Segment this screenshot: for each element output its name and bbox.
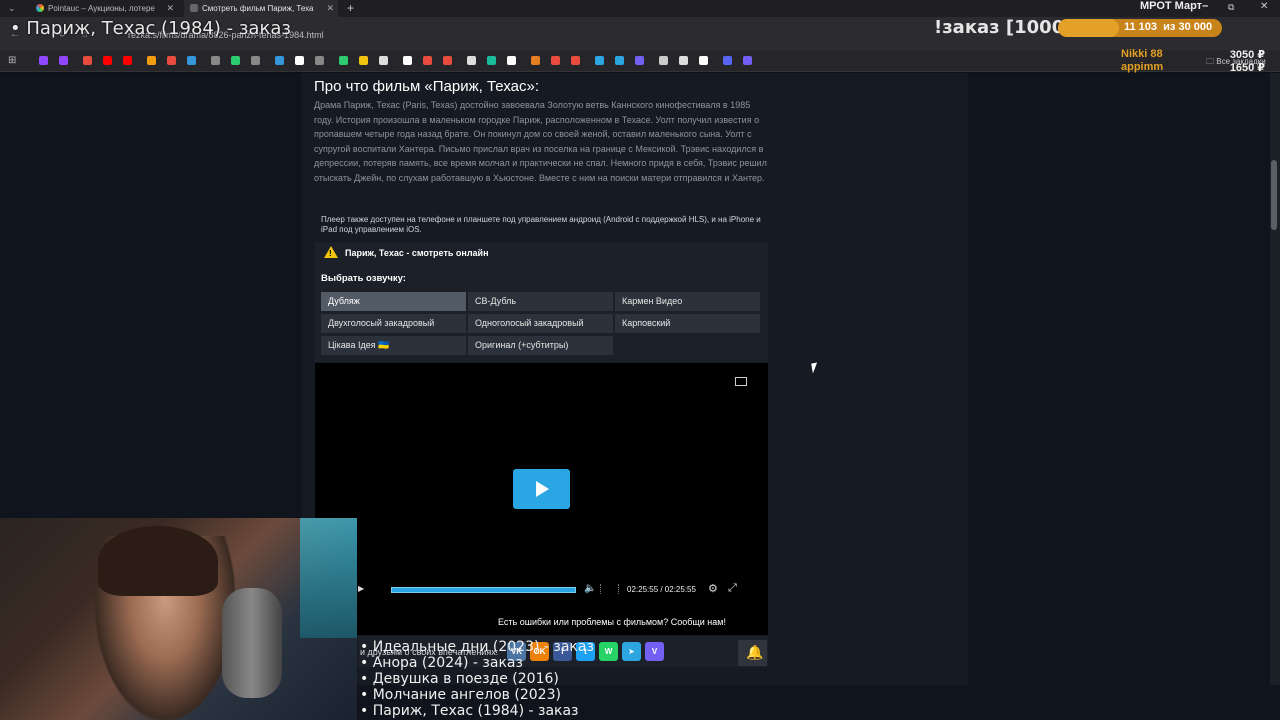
pointauc-favicon-icon — [36, 4, 44, 12]
apps-grid-icon[interactable]: ⊞ — [8, 55, 16, 66]
queue-item: • Париж, Техас (1984) - заказ — [360, 703, 579, 719]
bookmark-icon[interactable] — [147, 56, 156, 65]
bookmark-icon[interactable] — [531, 56, 540, 65]
bookmark-icon[interactable] — [167, 56, 176, 65]
bookmark-icon[interactable] — [123, 56, 132, 65]
queue-item: • Анора (2024) - заказ — [360, 655, 523, 671]
report-problem-link[interactable]: Есть ошибки или проблемы с фильмом? Сооб… — [498, 617, 726, 627]
bookmark-icon[interactable] — [339, 56, 348, 65]
bookmark-icon[interactable] — [403, 56, 412, 65]
bookmark-icon[interactable] — [723, 56, 732, 65]
bookmark-icon[interactable] — [379, 56, 388, 65]
webcam-feed — [0, 518, 357, 720]
whatsapp-share-button[interactable]: W — [599, 642, 618, 661]
viber-share-button[interactable]: V — [645, 642, 664, 661]
close-tab-icon[interactable]: ✕ — [326, 0, 334, 17]
rezka-favicon-icon — [190, 4, 198, 12]
about-heading: Про что фильм «Париж, Техас»: — [314, 78, 539, 95]
queue-item: • Идеальные дни (2023) - заказ — [360, 639, 594, 655]
bookmark-icon[interactable] — [211, 56, 220, 65]
bookmark-icon[interactable] — [699, 56, 708, 65]
fullscreen-icon[interactable]: ⤢ — [728, 582, 737, 595]
volume-icon[interactable]: 🔈 — [584, 583, 596, 594]
voice-option-button[interactable]: Цікава Ідея 🇺🇦 — [321, 336, 466, 355]
player-time: 02:25:55 / 02:25:55 — [627, 585, 696, 594]
background-light-shape — [300, 518, 357, 638]
bookmark-icon[interactable] — [295, 56, 304, 65]
picture-in-picture-icon[interactable] — [735, 377, 747, 386]
hair-shape — [98, 526, 218, 596]
goal-text: 11 103 из 30 000 — [1124, 21, 1212, 33]
bookmark-icon[interactable] — [103, 56, 112, 65]
bookmark-icon[interactable] — [487, 56, 496, 65]
bookmark-icon[interactable] — [187, 56, 196, 65]
goal-label: МРОТ Март– — [1140, 0, 1209, 12]
bookmark-icon[interactable] — [251, 56, 260, 65]
voice-option-button[interactable]: Одноголосый закадровый — [468, 314, 613, 333]
bookmark-icon[interactable] — [595, 56, 604, 65]
bookmark-icon[interactable] — [467, 56, 476, 65]
bookmark-icon[interactable] — [59, 56, 68, 65]
voice-option-button[interactable]: Двухголосый закадровый — [321, 314, 466, 333]
telegram-share-button[interactable]: ➤ — [622, 642, 641, 661]
play-icon — [536, 481, 549, 497]
tab-rezka[interactable]: Смотреть фильм Париж, Теха ✕ — [184, 0, 338, 17]
watch-title: Париж, Техас - смотреть онлайн — [345, 248, 489, 258]
warning-mark: ! — [329, 249, 332, 258]
queue-item: • Молчание ангелов (2023) — [360, 687, 561, 703]
play-small-icon[interactable]: ▶ — [358, 584, 364, 593]
new-tab-button[interactable]: + — [347, 1, 354, 15]
now-playing-title: • Париж, Техас (1984) - заказ — [10, 18, 291, 39]
play-button[interactable] — [513, 469, 570, 509]
player-note: Плеер также доступен на телефоне и планш… — [321, 215, 761, 234]
bookmark-icon[interactable] — [443, 56, 452, 65]
bookmark-icon[interactable] — [275, 56, 284, 65]
voice-option-button[interactable]: СВ-Дубль — [468, 292, 613, 311]
bookmark-icon[interactable] — [743, 56, 752, 65]
microphone-shape — [222, 588, 282, 698]
bookmark-icon[interactable] — [571, 56, 580, 65]
close-tab-icon[interactable]: ✕ — [166, 0, 174, 17]
donor-name: Nikki 88 — [1121, 48, 1163, 60]
bookmark-icon[interactable] — [635, 56, 644, 65]
bookmark-icon[interactable] — [551, 56, 560, 65]
tab-title: Смотреть фильм Париж, Теха — [202, 4, 314, 13]
settings-gear-icon[interactable]: ⚙ — [708, 582, 718, 595]
movie-description: Драма Париж, Техас (Paris, Texas) достой… — [314, 100, 767, 183]
bookmark-icon[interactable] — [423, 56, 432, 65]
queue-item: • Девушка в поезде (2016) — [360, 671, 559, 687]
volume-slider[interactable] — [600, 584, 619, 594]
bookmark-icon[interactable] — [679, 56, 688, 65]
bookmark-icon[interactable] — [315, 56, 324, 65]
goal-current: 11 103 — [1124, 21, 1158, 33]
goal-target: из 30 000 — [1163, 21, 1213, 33]
voice-option-button[interactable]: Кармен Видео — [615, 292, 760, 311]
tab-title: Pointauc – Аукционы, лотере — [48, 4, 155, 13]
goal-fill — [1058, 19, 1119, 37]
voice-option-button[interactable]: Дубляж — [321, 292, 466, 311]
tab-pointauc[interactable]: Pointauc – Аукционы, лотере ✕ — [30, 0, 178, 17]
voice-option-button[interactable]: Оригинал (+субтитры) — [468, 336, 613, 355]
bookmark-icon[interactable] — [615, 56, 624, 65]
bookmark-icon[interactable] — [359, 56, 368, 65]
bookmark-icon[interactable] — [507, 56, 516, 65]
voice-label: Выбрать озвучку: — [321, 273, 406, 284]
tab-search-icon[interactable]: ⌄ — [8, 3, 16, 14]
donor-amount: 3050 ₽ — [1229, 49, 1265, 61]
bookmark-icon[interactable] — [659, 56, 668, 65]
bookmark-icon[interactable] — [231, 56, 240, 65]
subscribe-bell-button[interactable]: 🔔 — [738, 640, 767, 666]
bookmark-icon[interactable] — [83, 56, 92, 65]
donor-name: appimm — [1121, 61, 1164, 73]
window-close-icon[interactable]: ✕ — [1260, 1, 1268, 12]
voice-option-button[interactable]: Карповский — [615, 314, 760, 333]
progress-bar[interactable] — [391, 587, 576, 593]
window-restore-icon[interactable]: ⧉ — [1228, 2, 1234, 13]
scroll-thumb[interactable] — [1271, 160, 1277, 230]
bookmark-icon[interactable] — [39, 56, 48, 65]
bell-icon: 🔔 — [746, 644, 764, 660]
